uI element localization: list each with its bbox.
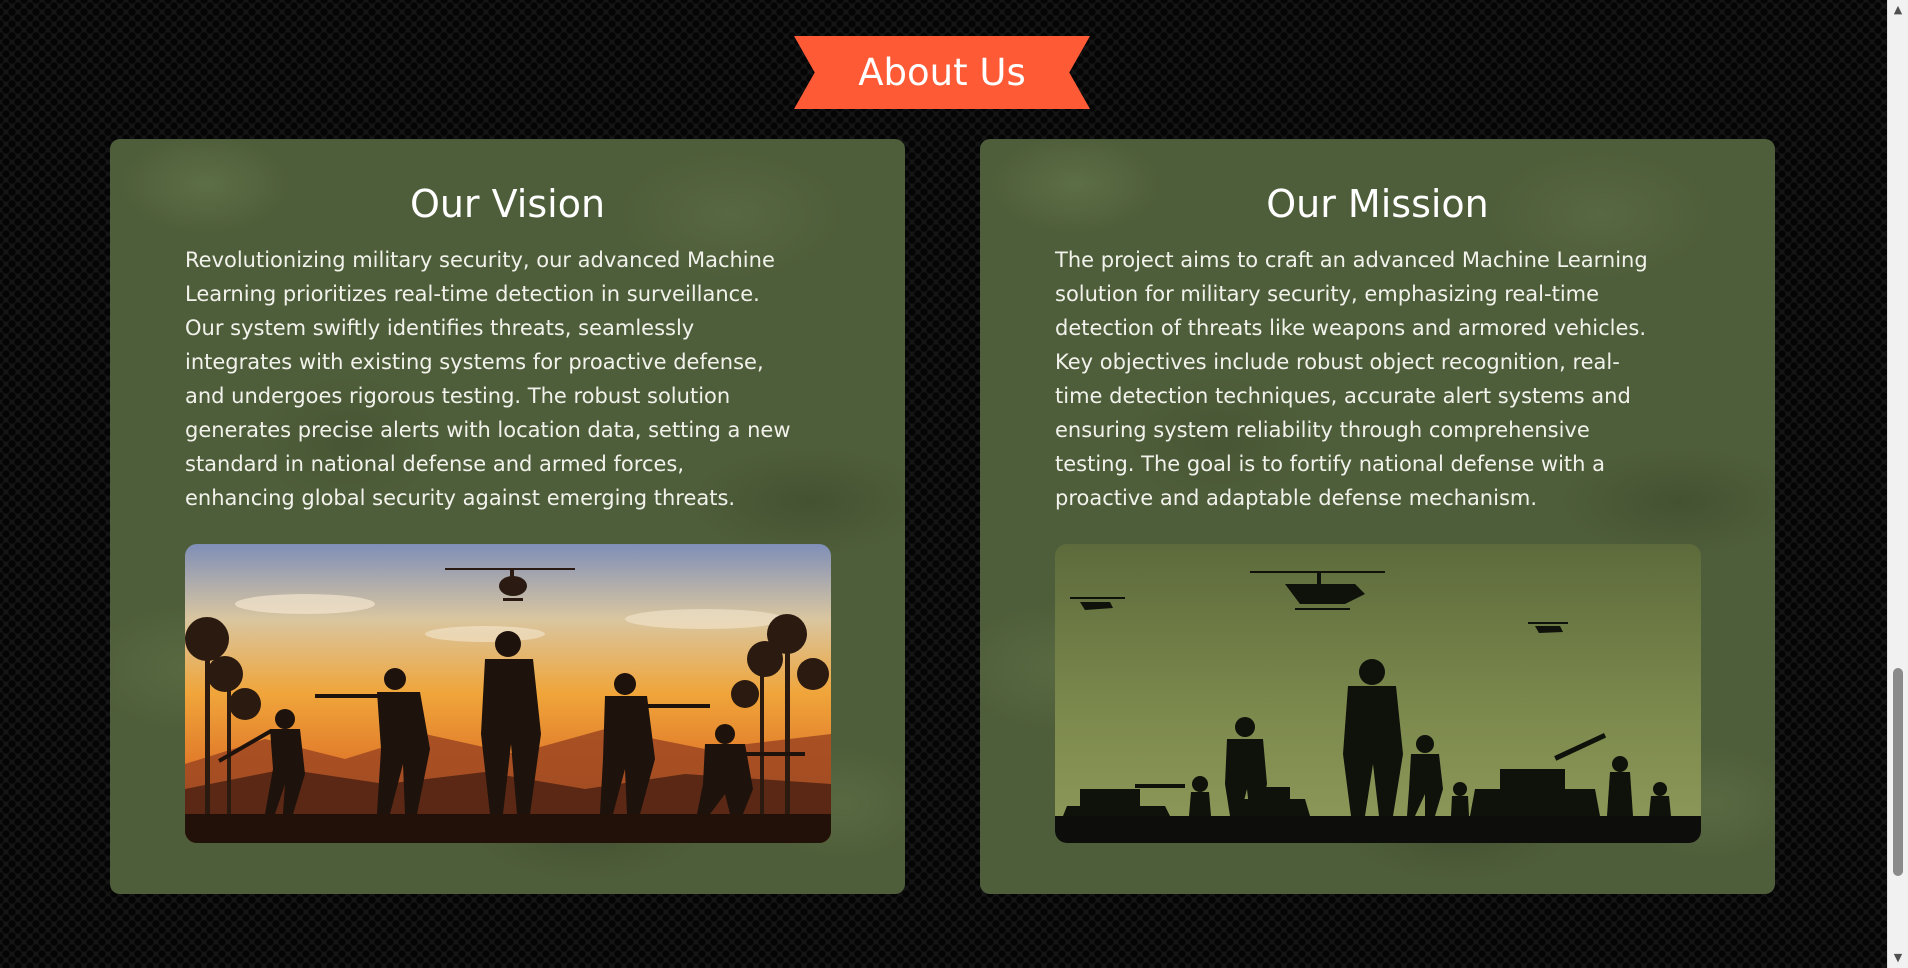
mission-description: The project aims to craft an advanced Ma… — [1055, 243, 1715, 515]
mission-line: solution for military security, emphasiz… — [1055, 282, 1600, 306]
vision-line: enhancing global security against emergi… — [185, 486, 736, 510]
mission-line: The project aims to craft an advanced Ma… — [1055, 248, 1648, 272]
vision-title: Our Vision — [409, 182, 606, 226]
about-us-page: About Us Our Vision Revolutionizing mili… — [0, 0, 1888, 968]
vision-card: Our Vision Revolutionizing military secu… — [110, 139, 905, 894]
vision-line: standard in national defense and armed f… — [185, 452, 685, 476]
vision-description: Revolutionizing military security, our a… — [185, 243, 845, 515]
vision-line: Learning prioritizes real-time detection… — [185, 282, 760, 306]
page-scrollbar[interactable]: ▲ ▼ — [1887, 0, 1908, 968]
mission-line: testing. The goal is to fortify national… — [1055, 452, 1606, 476]
mission-line: Key objectives include robust object rec… — [1055, 350, 1620, 374]
soldiers-sunset-illustration — [185, 544, 831, 843]
chevron-down-icon[interactable]: ▼ — [1888, 948, 1908, 968]
vision-line: Revolutionizing military security, our a… — [185, 248, 775, 272]
mission-line: detection of threats like weapons and ar… — [1055, 316, 1646, 340]
soldiers-tanks-image — [1055, 544, 1701, 843]
chevron-up-icon[interactable]: ▲ — [1888, 0, 1908, 20]
mission-line: time detection techniques, accurate aler… — [1055, 384, 1631, 408]
mission-line: ensuring system reliability through comp… — [1055, 418, 1590, 442]
about-us-ribbon: About Us — [794, 36, 1090, 109]
vision-line: and undergoes rigorous testing. The robu… — [185, 384, 731, 408]
mission-line: proactive and adaptable defense mechanis… — [1055, 486, 1538, 510]
section-title: About Us — [858, 51, 1026, 94]
soldiers-sunset-image — [185, 544, 831, 843]
mission-title: Our Mission — [1266, 182, 1489, 226]
mission-card: Our Mission The project aims to craft an… — [980, 139, 1775, 894]
vision-line: Our system swiftly identifies threats, s… — [185, 316, 695, 340]
soldiers-tanks-illustration — [1055, 544, 1701, 843]
scrollbar-thumb[interactable] — [1893, 668, 1903, 876]
vision-line: integrates with existing systems for pro… — [185, 350, 764, 374]
vision-line: generates precise alerts with location d… — [185, 418, 791, 442]
